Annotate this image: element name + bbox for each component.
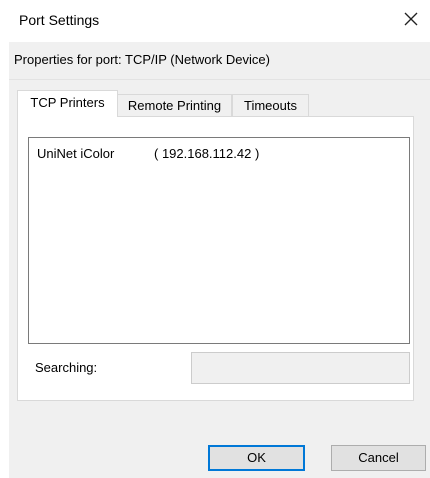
searching-progress-field (191, 352, 410, 384)
window-title: Port Settings (19, 12, 100, 28)
properties-label: Properties for port: TCP/IP (Network Dev… (14, 52, 270, 67)
tab-label: Remote Printing (127, 98, 222, 113)
tab-label: Timeouts (244, 98, 297, 113)
printer-list[interactable]: UniNet iColor ( 192.168.112.42 ) (28, 137, 410, 344)
printer-address[interactable]: ( 192.168.112.42 ) (154, 146, 259, 161)
tab-label: TCP Printers (30, 95, 105, 110)
header-divider (9, 79, 430, 80)
title-bar: Port Settings (0, 0, 430, 42)
tab-timeouts[interactable]: Timeouts (232, 94, 309, 116)
close-icon[interactable] (402, 10, 420, 28)
cancel-button-label: Cancel (358, 450, 399, 465)
ok-button[interactable]: OK (208, 445, 305, 471)
ok-button-label: OK (247, 450, 266, 465)
printer-name[interactable]: UniNet iColor (37, 146, 114, 161)
tab-tcp-printers[interactable]: TCP Printers (17, 90, 118, 117)
tab-remote-printing[interactable]: Remote Printing (117, 94, 232, 116)
searching-label: Searching: (35, 360, 98, 375)
cancel-button[interactable]: Cancel (331, 445, 426, 471)
